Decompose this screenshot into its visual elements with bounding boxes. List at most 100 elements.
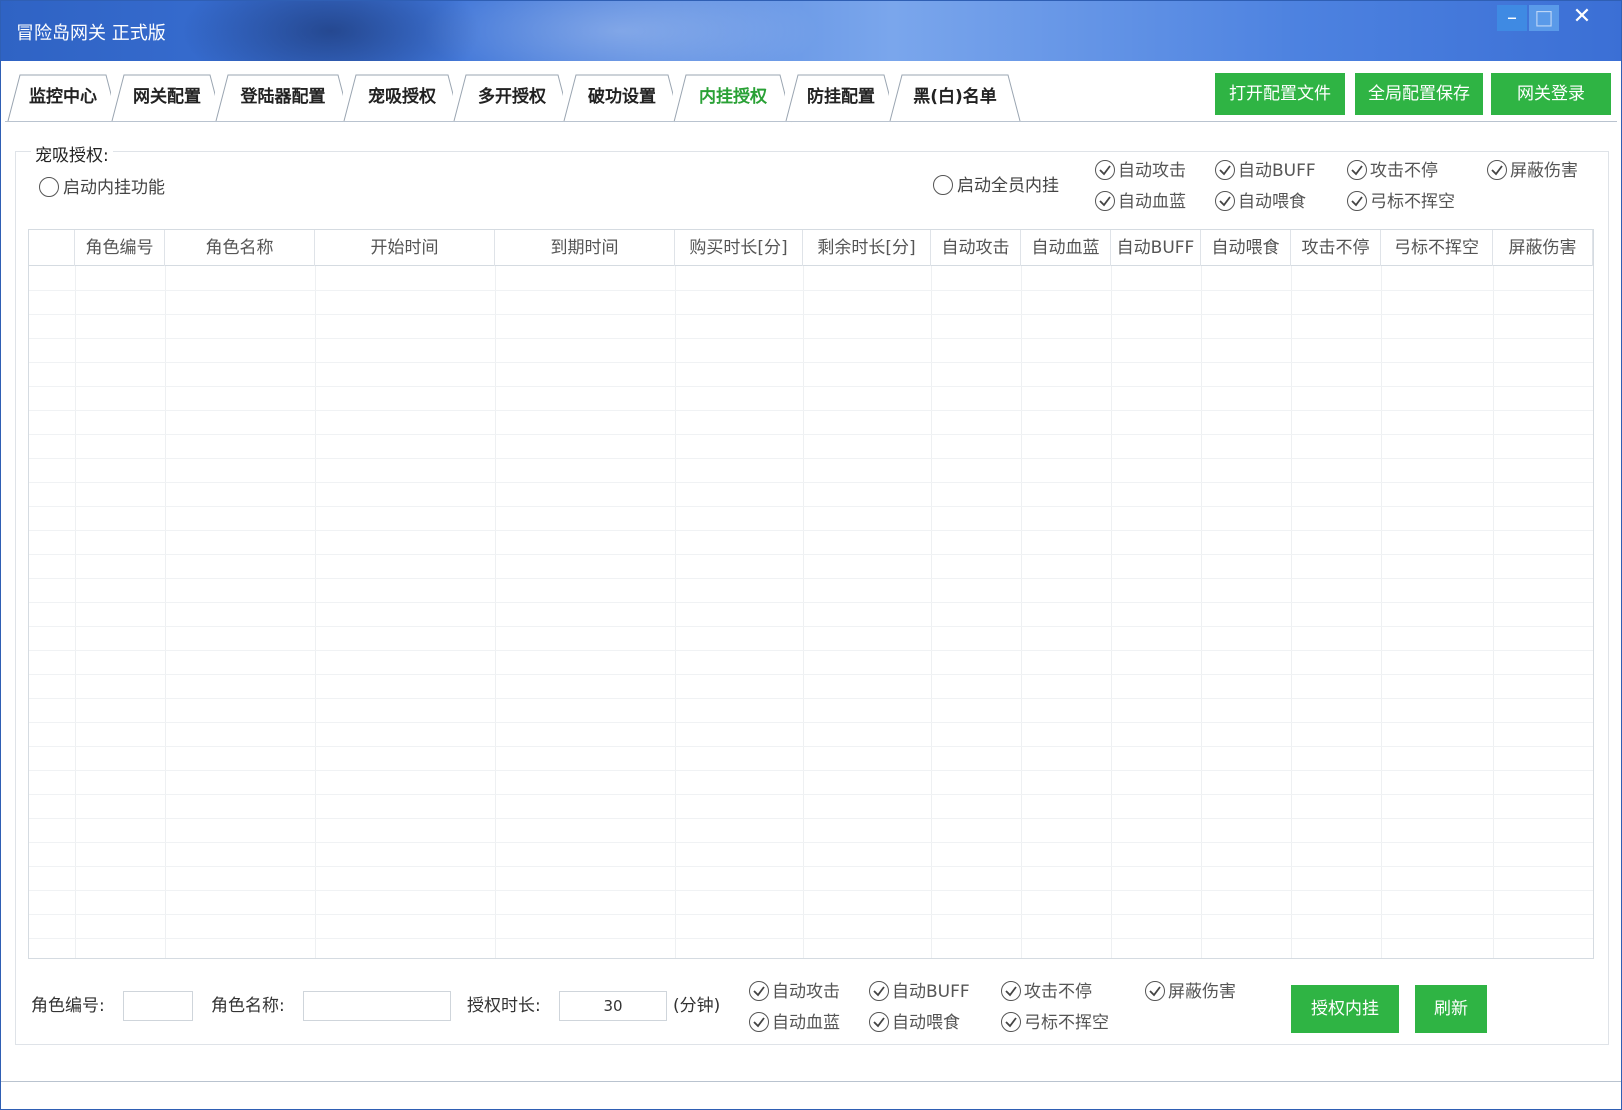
role-id-input[interactable] [123,991,193,1021]
grid-row-line [29,458,1593,459]
form-check-bow-no-miss[interactable]: 弓标不挥空 [1001,1011,1109,1035]
column-header-block-damage[interactable]: 屏蔽伤害 [1493,230,1593,266]
duration-label: 授权时长: [467,996,541,1016]
maximize-button[interactable]: □ [1529,5,1559,31]
grid-row-line [29,482,1593,483]
grid-row-line [29,314,1593,315]
grid-row-line [29,746,1593,747]
close-button[interactable]: ✕ [1567,5,1597,31]
tab-divider [5,121,1617,122]
column-header-start-time[interactable]: 开始时间 [315,230,495,266]
role-name-input[interactable] [303,991,451,1021]
check-circle-icon [1145,981,1165,1001]
column-header-expire-time[interactable]: 到期时间 [495,230,675,266]
form-check-attack-nonstop[interactable]: 攻击不停 [1001,980,1092,1004]
top-check-auto-feed[interactable]: 自动喂食 [1215,190,1306,214]
grid-row-line [29,866,1593,867]
group-title: 宠吸授权: [31,141,113,166]
grid-row-line [29,914,1593,915]
internal-hook-auth-table[interactable]: 角色编号 角色名称 开始时间 到期时间 购买时长[分] 剩余时长[分] 自动攻击… [28,229,1594,959]
gateway-login-button[interactable]: 网关登录 [1491,73,1611,115]
grid-row-line [29,602,1593,603]
grid-row-line [29,818,1593,819]
check-circle-icon [749,1012,769,1032]
grid-row-line [29,386,1593,387]
column-header-auto-attack[interactable]: 自动攻击 [931,230,1021,266]
grid-row-line [29,506,1593,507]
column-header-bow-no-miss[interactable]: 弓标不挥空 [1381,230,1493,266]
top-check-attack-nonstop[interactable]: 攻击不停 [1347,159,1438,183]
column-header-auto-buff[interactable]: 自动BUFF [1111,230,1201,266]
tab-launcher-config[interactable]: 登陆器配置 [215,73,351,122]
refresh-button[interactable]: 刷新 [1415,985,1487,1033]
grid-column-line [1593,266,1594,959]
grid-row-line [29,578,1593,579]
check-label: 弓标不挥空 [1024,1013,1109,1033]
column-header-remaining-duration[interactable]: 剩余时长[分] [803,230,931,266]
check-label: 弓标不挥空 [1370,192,1455,212]
check-circle-icon [1347,191,1367,211]
grid-column-line [315,266,316,958]
form-check-auto-hp-mp[interactable]: 自动血蓝 [749,1011,840,1035]
duration-input[interactable]: 30 [559,991,667,1021]
form-check-auto-attack[interactable]: 自动攻击 [749,980,840,1004]
tab-multi-open-auth[interactable]: 多开授权 [453,73,571,122]
minimize-button[interactable]: – [1497,5,1527,31]
top-check-auto-buff[interactable]: 自动BUFF [1215,159,1316,183]
radio-label: 启动全员内挂 [957,176,1059,196]
check-circle-icon [869,1012,889,1032]
column-header-role-id[interactable]: 角色编号 [75,230,165,266]
grid-row-line [29,794,1593,795]
form-check-block-damage[interactable]: 屏蔽伤害 [1145,980,1236,1004]
title-bar[interactable]: 冒险岛网关 正式版 – □ ✕ [1,1,1621,61]
top-check-auto-attack[interactable]: 自动攻击 [1095,159,1186,183]
tab-pet-auth[interactable]: 宠吸授权 [343,73,461,122]
top-check-block-damage[interactable]: 屏蔽伤害 [1487,159,1578,183]
tab-anti-hook-config[interactable]: 防挂配置 [785,73,897,122]
top-check-bow-no-miss[interactable]: 弓标不挥空 [1347,190,1455,214]
open-config-file-button[interactable]: 打开配置文件 [1215,73,1345,115]
check-label: 自动喂食 [1238,192,1306,212]
enable-internal-hook-radio[interactable]: 启动内挂功能 [39,176,165,200]
enable-all-members-radio[interactable]: 启动全员内挂 [933,174,1059,198]
check-label: 自动攻击 [772,982,840,1002]
tab-label: 破功设置 [588,87,656,107]
save-global-config-button[interactable]: 全局配置保存 [1355,73,1483,115]
grid-column-line [1493,266,1494,958]
column-header-attack-nonstop[interactable]: 攻击不停 [1291,230,1381,266]
form-check-auto-feed[interactable]: 自动喂食 [869,1011,960,1035]
top-check-auto-hp-mp[interactable]: 自动血蓝 [1095,190,1186,214]
grid-column-line [1381,266,1382,958]
column-header-purchase-duration[interactable]: 购买时长[分] [675,230,803,266]
authorize-internal-hook-button[interactable]: 授权内挂 [1291,985,1399,1033]
check-label: 屏蔽伤害 [1510,161,1578,181]
grid-row-line [29,674,1593,675]
window-title: 冒险岛网关 正式版 [16,23,166,44]
tab-black-white-list[interactable]: 黑(白)名单 [889,73,1021,122]
check-circle-icon [1347,160,1367,180]
tab-label: 黑(白)名单 [913,87,997,107]
check-label: 自动攻击 [1118,161,1186,181]
grid-column-line [1111,266,1112,958]
column-header-auto-feed[interactable]: 自动喂食 [1201,230,1291,266]
tab-label: 多开授权 [478,87,546,107]
grid-row-line [29,362,1593,363]
tab-monitor-center[interactable]: 监控中心 [7,73,119,122]
check-circle-icon [869,981,889,1001]
grid-column-line [165,266,166,958]
tab-gateway-config[interactable]: 网关配置 [111,73,223,122]
column-header-role-name[interactable]: 角色名称 [165,230,315,266]
tab-break-settings[interactable]: 破功设置 [563,73,681,122]
column-header-auto-hp-mp[interactable]: 自动血蓝 [1021,230,1111,266]
tab-internal-hook-auth[interactable]: 内挂授权 [673,73,793,123]
grid-row-line [29,434,1593,435]
grid-column-line [931,266,932,958]
grid-column-line [675,266,676,958]
grid-column-line [803,266,804,958]
duration-unit-label: (分钟) [673,996,721,1016]
check-label: 屏蔽伤害 [1168,982,1236,1002]
grid-row-line [29,890,1593,891]
app-window: 冒险岛网关 正式版 – □ ✕ 监控中心 网关配置 登陆器配置 宠吸授权 多开授… [0,0,1622,1110]
form-check-auto-buff[interactable]: 自动BUFF [869,980,970,1004]
tab-label: 网关配置 [133,87,201,107]
